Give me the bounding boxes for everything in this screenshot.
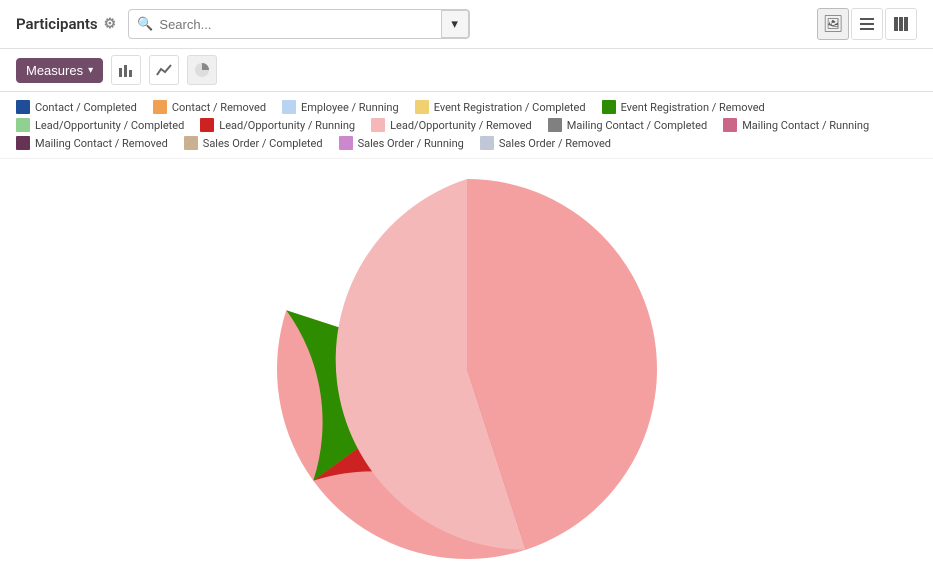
gear-icon[interactable]: ⚙ — [104, 16, 117, 32]
legend-color-swatch — [339, 136, 353, 150]
legend-item: Contact / Removed — [153, 100, 266, 114]
pie-chart-button[interactable] — [187, 55, 217, 85]
legend-color-swatch — [480, 136, 494, 150]
search-dropdown-arrow[interactable]: ▾ — [441, 10, 469, 38]
legend-label: Lead/Opportunity / Completed — [35, 119, 184, 132]
legend-label: Lead/Opportunity / Removed — [390, 119, 532, 132]
legend-item: Mailing Contact / Running — [723, 118, 869, 132]
list-view-button[interactable] — [851, 8, 883, 40]
top-bar: Participants ⚙ 🔍 ▾ 🖼 — [0, 0, 933, 49]
legend-item: Sales Order / Running — [339, 136, 464, 150]
pie-chart — [277, 179, 657, 559]
legend-item: Sales Order / Removed — [480, 136, 611, 150]
legend-item: Mailing Contact / Removed — [16, 136, 168, 150]
search-icon: 🔍 — [137, 17, 153, 32]
legend-item: Contact / Completed — [16, 100, 137, 114]
legend-item: Event Registration / Completed — [415, 100, 586, 114]
legend-label: Employee / Running — [301, 101, 399, 114]
legend-item: Lead/Opportunity / Removed — [371, 118, 532, 132]
legend-color-swatch — [415, 100, 429, 114]
legend-label: Contact / Completed — [35, 101, 137, 114]
search-container: 🔍 ▾ — [128, 9, 469, 39]
legend: Contact / Completed Contact / Removed Empl… — [0, 92, 933, 159]
legend-label: Mailing Contact / Completed — [567, 119, 707, 132]
legend-item: Mailing Contact / Completed — [548, 118, 707, 132]
legend-color-swatch — [200, 118, 214, 132]
legend-color-swatch — [16, 136, 30, 150]
kanban-view-button[interactable] — [885, 8, 917, 40]
legend-color-swatch — [153, 100, 167, 114]
page-title: Participants ⚙ — [16, 15, 116, 33]
measures-button[interactable]: Measures ▾ — [16, 58, 103, 83]
view-buttons: 🖼 — [817, 8, 917, 40]
legend-color-swatch — [282, 100, 296, 114]
toolbar: Measures ▾ — [0, 49, 933, 92]
legend-color-swatch — [184, 136, 198, 150]
legend-color-swatch — [602, 100, 616, 114]
legend-label: Sales Order / Removed — [499, 137, 611, 150]
legend-label: Event Registration / Completed — [434, 101, 586, 114]
legend-label: Lead/Opportunity / Running — [219, 119, 355, 132]
bar-chart-button[interactable] — [111, 55, 141, 85]
measures-dropdown-arrow: ▾ — [88, 65, 93, 76]
line-chart-button[interactable] — [149, 55, 179, 85]
chart-area — [0, 159, 933, 579]
legend-label: Sales Order / Running — [358, 137, 464, 150]
chart-view-button[interactable]: 🖼 — [817, 8, 849, 40]
title-text: Participants — [16, 15, 98, 33]
search-input[interactable] — [159, 17, 434, 32]
legend-item: Sales Order / Completed — [184, 136, 323, 150]
legend-item: Lead/Opportunity / Running — [200, 118, 355, 132]
legend-label: Sales Order / Completed — [203, 137, 323, 150]
legend-item: Event Registration / Removed — [602, 100, 765, 114]
legend-color-swatch — [16, 100, 30, 114]
legend-color-swatch — [723, 118, 737, 132]
measures-label: Measures — [26, 63, 83, 78]
legend-label: Mailing Contact / Removed — [35, 137, 168, 150]
legend-label: Contact / Removed — [172, 101, 266, 114]
legend-item: Employee / Running — [282, 100, 399, 114]
legend-color-swatch — [548, 118, 562, 132]
legend-item: Lead/Opportunity / Completed — [16, 118, 184, 132]
legend-label: Event Registration / Removed — [621, 101, 765, 114]
legend-color-swatch — [16, 118, 30, 132]
legend-color-swatch — [371, 118, 385, 132]
legend-label: Mailing Contact / Running — [742, 119, 869, 132]
